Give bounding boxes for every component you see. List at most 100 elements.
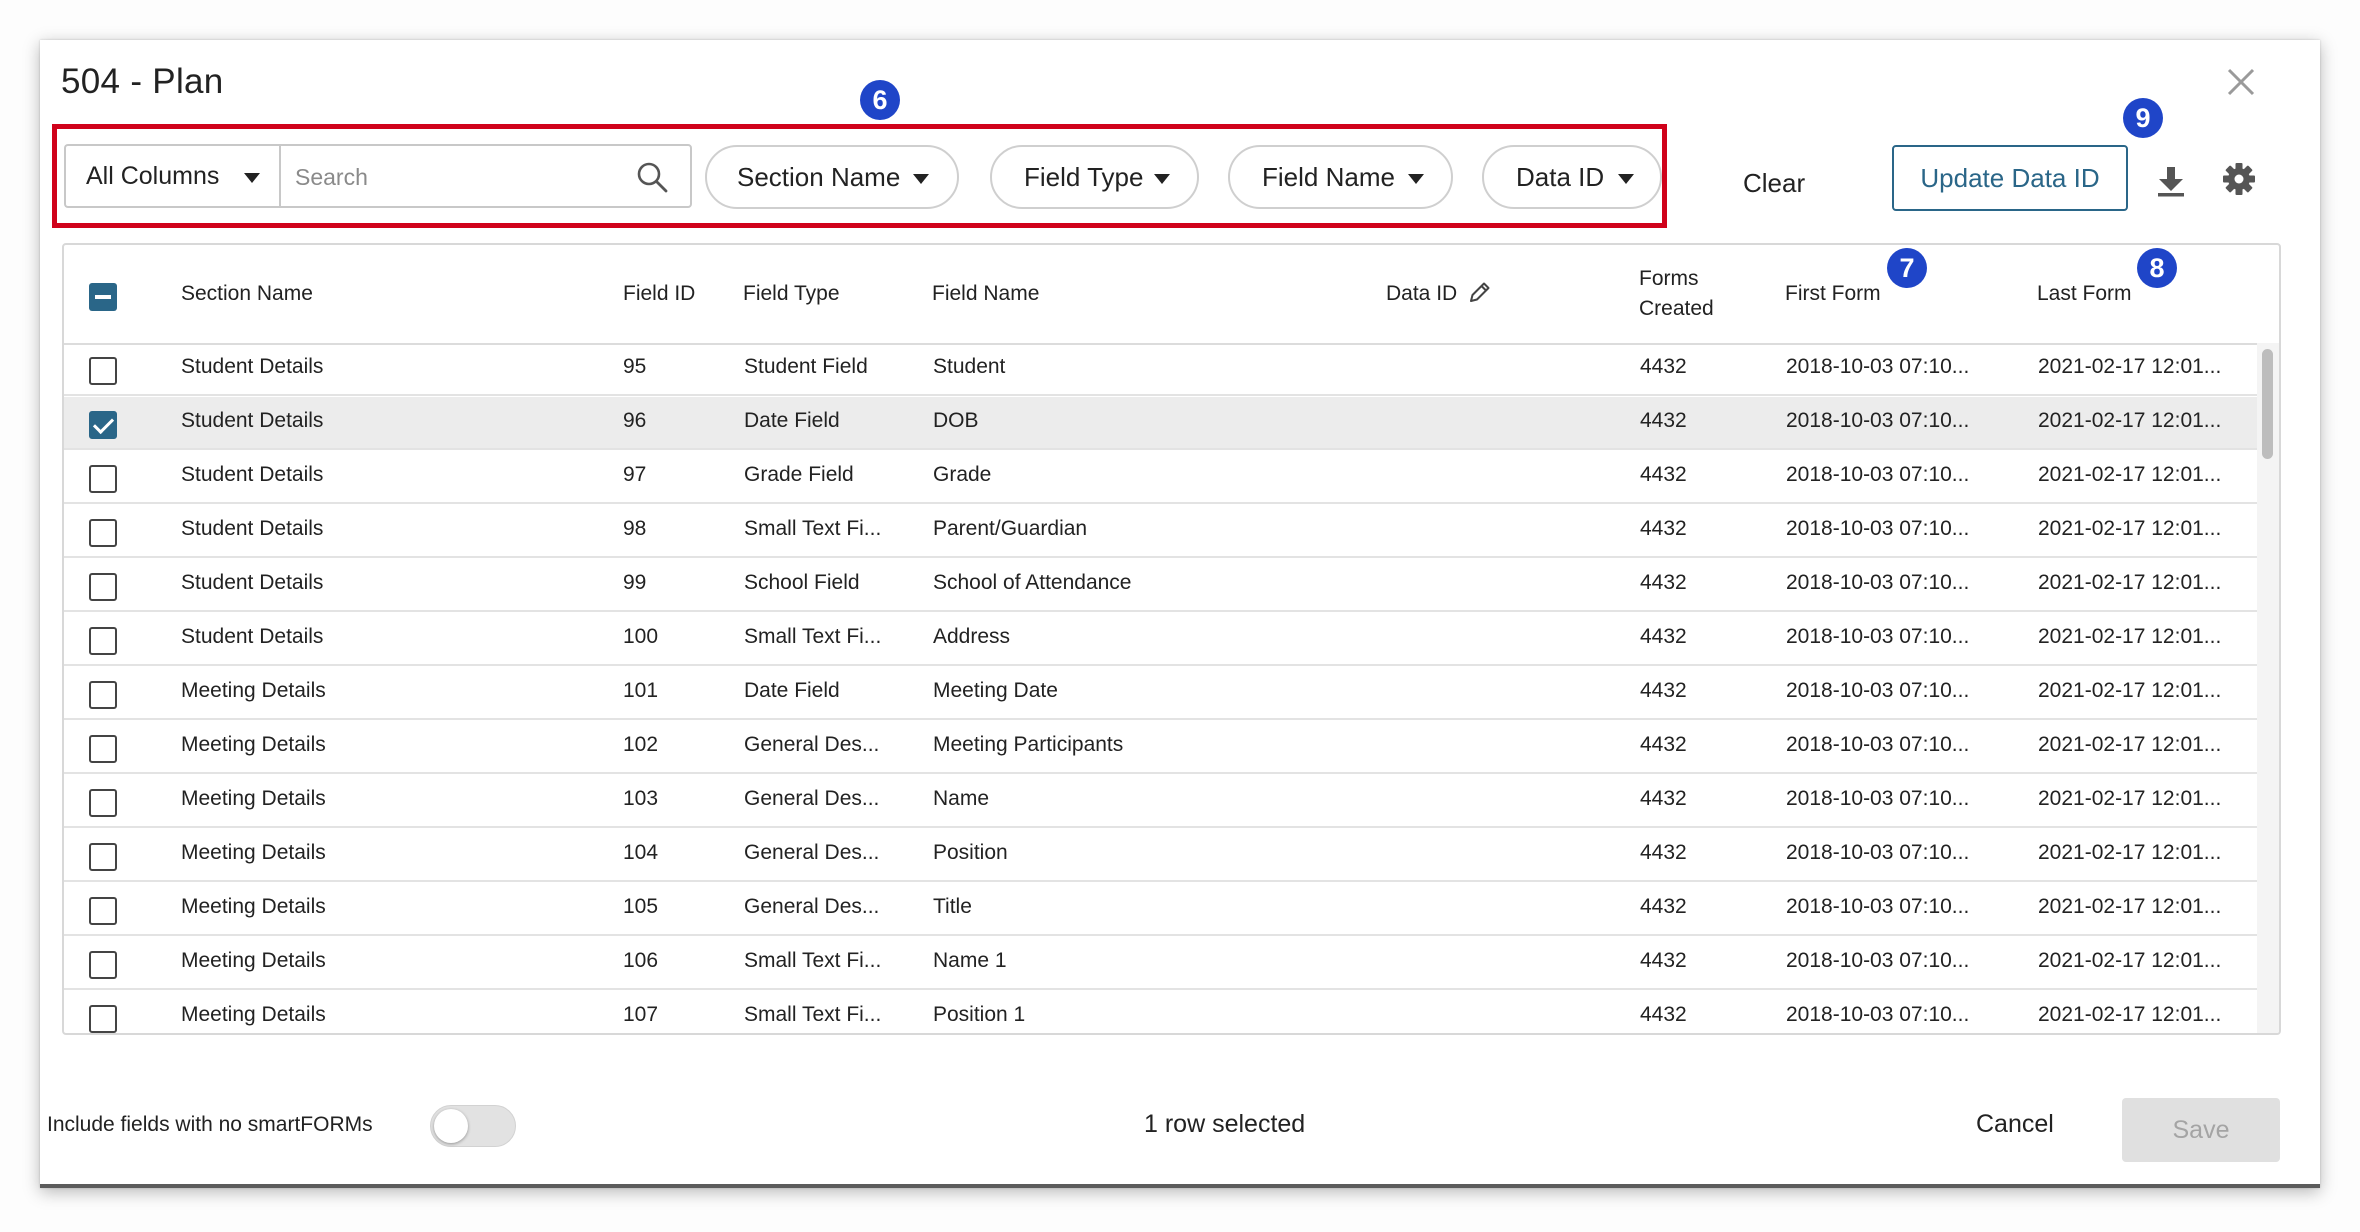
cell-forms-created: 4432: [1640, 571, 1687, 594]
cell-field-id: 106: [623, 949, 659, 972]
field-type-filter[interactable]: Field Type: [990, 145, 1199, 209]
table-row[interactable]: Meeting Details 104 General Des... Position…: [64, 829, 2259, 882]
table-row[interactable]: Student Details 97 Grade Field Grade 4432 201…: [64, 451, 2259, 504]
cell-field-id: 98: [623, 517, 647, 540]
cell-last-form: 2021-02-17 12:01...: [2038, 787, 2222, 810]
table-row[interactable]: Student Details 99 School Field School of A…: [64, 559, 2259, 612]
row-checkbox[interactable]: [89, 627, 117, 655]
select-all-checkbox[interactable]: [89, 283, 117, 311]
cell-section-name: Student Details: [181, 517, 324, 540]
update-data-id-button[interactable]: Update Data ID: [1892, 145, 2128, 211]
header-forms-created-line2: Created: [1639, 297, 1714, 320]
header-last-form[interactable]: Last Form: [2037, 279, 2132, 309]
grid-scrollbar[interactable]: [2257, 343, 2279, 1033]
header-forms-created[interactable]: Forms Created: [1639, 264, 1714, 324]
cell-first-form: 2018-10-03 07:10...: [1786, 409, 1970, 432]
cell-field-name: Position: [933, 841, 1008, 864]
cell-forms-created: 4432: [1640, 787, 1687, 810]
clear-filters-link[interactable]: Clear: [1743, 168, 1805, 199]
table-row[interactable]: Student Details 98 Small Text Fi... Parent/…: [64, 505, 2259, 558]
cell-field-name: Student: [933, 355, 1006, 378]
cell-forms-created: 4432: [1640, 841, 1687, 864]
table-row[interactable]: Meeting Details 103 General Des... Name 4432…: [64, 775, 2259, 828]
section-name-filter[interactable]: Section Name: [705, 145, 959, 209]
download-icon[interactable]: [2155, 164, 2187, 198]
field-name-filter[interactable]: Field Name: [1228, 145, 1453, 209]
include-empty-fields-toggle[interactable]: [430, 1105, 516, 1147]
cell-section-name: Student Details: [181, 409, 324, 432]
annotation-badge-9: 9: [2123, 98, 2163, 138]
row-checkbox[interactable]: [89, 951, 117, 979]
cell-forms-created: 4432: [1640, 1003, 1687, 1026]
table-row[interactable]: Meeting Details 101 Date Field Meeting Date…: [64, 667, 2259, 720]
annotation-badge-7: 7: [1887, 248, 1927, 288]
cell-last-form: 2021-02-17 12:01...: [2038, 625, 2222, 648]
cell-field-id: 99: [623, 571, 647, 594]
cell-first-form: 2018-10-03 07:10...: [1786, 733, 1970, 756]
table-row[interactable]: Student Details 95 Student Field Student 443…: [64, 343, 2259, 396]
row-checkbox[interactable]: [89, 735, 117, 763]
cell-field-type: Student Field: [744, 355, 868, 378]
row-checkbox[interactable]: [89, 411, 117, 439]
cell-first-form: 2018-10-03 07:10...: [1786, 571, 1970, 594]
grid-scrollbar-thumb[interactable]: [2262, 349, 2273, 459]
caret-down-icon: [1154, 174, 1170, 184]
row-checkbox[interactable]: [89, 897, 117, 925]
data-id-filter[interactable]: Data ID: [1482, 145, 1662, 209]
cell-field-type: General Des...: [744, 841, 880, 864]
cell-field-type: Grade Field: [744, 463, 854, 486]
save-button[interactable]: Save: [2122, 1098, 2280, 1162]
table-row[interactable]: Meeting Details 106 Small Text Fi... Name 1…: [64, 937, 2259, 990]
column-select[interactable]: All Columns: [64, 144, 280, 208]
search-input[interactable]: [293, 154, 627, 200]
header-field-id[interactable]: Field ID: [623, 279, 695, 309]
table-row[interactable]: Student Details 100 Small Text Fi... Addres…: [64, 613, 2259, 666]
cell-section-name: Meeting Details: [181, 787, 326, 810]
row-checkbox[interactable]: [89, 681, 117, 709]
cell-field-name: Name 1: [933, 949, 1007, 972]
close-icon[interactable]: [2223, 64, 2259, 100]
cell-field-id: 102: [623, 733, 659, 756]
field-name-filter-label: Field Name: [1262, 162, 1395, 192]
row-checkbox[interactable]: [89, 465, 117, 493]
header-field-name[interactable]: Field Name: [932, 279, 1039, 309]
table-row[interactable]: Student Details 96 Date Field DOB 4432 2018-1…: [64, 397, 2259, 450]
cell-section-name: Student Details: [181, 571, 324, 594]
header-forms-created-line1: Forms: [1639, 267, 1699, 290]
dialog-title: 504 - Plan: [61, 62, 224, 101]
row-checkbox[interactable]: [89, 789, 117, 817]
cell-section-name: Meeting Details: [181, 949, 326, 972]
row-checkbox[interactable]: [89, 357, 117, 385]
cell-field-type: Small Text Fi...: [744, 517, 882, 540]
table-row[interactable]: Meeting Details 102 General Des... Meeting …: [64, 721, 2259, 774]
table-row[interactable]: Meeting Details 105 General Des... Title 443…: [64, 883, 2259, 936]
annotation-badge-6: 6: [860, 80, 900, 120]
column-select-value: All Columns: [86, 161, 220, 190]
cell-field-id: 105: [623, 895, 659, 918]
cell-last-form: 2021-02-17 12:01...: [2038, 463, 2222, 486]
cancel-button[interactable]: Cancel: [1976, 1110, 2054, 1139]
header-first-form[interactable]: First Form: [1785, 279, 1881, 309]
row-checkbox[interactable]: [89, 519, 117, 547]
header-data-id[interactable]: Data ID: [1386, 279, 1457, 309]
header-section-name[interactable]: Section Name: [181, 279, 313, 309]
cell-field-name: Title: [933, 895, 972, 918]
cell-first-form: 2018-10-03 07:10...: [1786, 463, 1970, 486]
cell-field-type: School Field: [744, 571, 860, 594]
cell-field-type: Small Text Fi...: [744, 625, 882, 648]
cell-last-form: 2021-02-17 12:01...: [2038, 841, 2222, 864]
gear-icon[interactable]: [2222, 162, 2256, 196]
cell-last-form: 2021-02-17 12:01...: [2038, 1003, 2222, 1026]
row-checkbox[interactable]: [89, 573, 117, 601]
search-icon[interactable]: [635, 160, 669, 194]
header-field-type[interactable]: Field Type: [743, 279, 840, 309]
cell-first-form: 2018-10-03 07:10...: [1786, 679, 1970, 702]
cell-section-name: Meeting Details: [181, 1003, 326, 1026]
cell-forms-created: 4432: [1640, 517, 1687, 540]
cell-field-name: School of Attendance: [933, 571, 1132, 594]
table-row[interactable]: Meeting Details 107 Small Text Fi... Positi…: [64, 991, 2259, 1033]
pencil-icon[interactable]: [1468, 280, 1492, 304]
row-checkbox[interactable]: [89, 1005, 117, 1033]
row-checkbox[interactable]: [89, 843, 117, 871]
caret-down-icon: [1618, 174, 1634, 184]
